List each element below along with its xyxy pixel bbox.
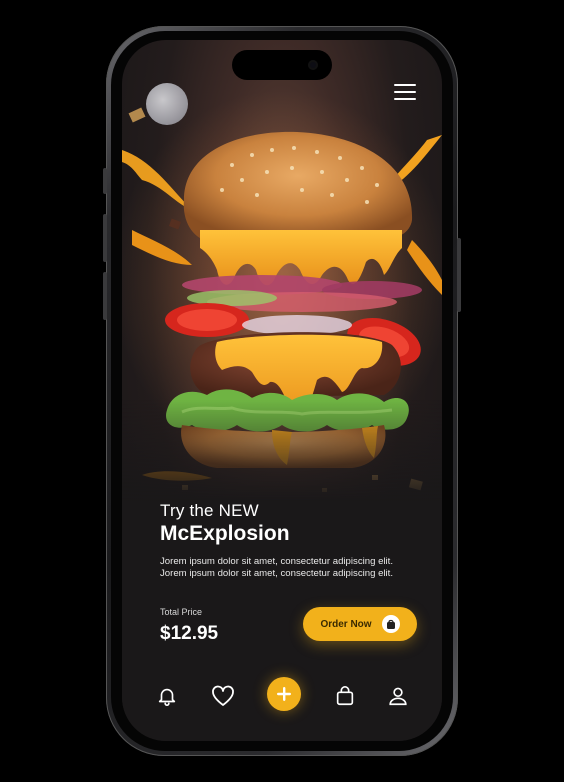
app-screen: Try the NEW McExplosion Jorem ipsum dolo… xyxy=(122,40,442,741)
heart-icon[interactable] xyxy=(208,681,238,711)
product-title: McExplosion xyxy=(160,522,290,545)
plus-button[interactable] xyxy=(267,677,301,711)
phone-volume-up xyxy=(103,214,107,262)
phone-volume-down xyxy=(103,272,107,320)
hamburger-menu-icon[interactable] xyxy=(394,84,416,100)
total-price-label: Total Price xyxy=(160,607,203,617)
brand-logo[interactable] xyxy=(146,83,188,125)
total-price-value: $12.95 xyxy=(160,623,219,644)
shopping-bag-icon xyxy=(381,615,400,633)
product-description: Jorem ipsum dolor sit amet, consectetur … xyxy=(160,556,394,579)
phone-side-button xyxy=(103,168,107,194)
headline-text: Try the NEW xyxy=(160,501,259,520)
shopping-bag-icon[interactable] xyxy=(330,681,360,711)
dynamic-island xyxy=(232,50,332,80)
bell-icon[interactable] xyxy=(152,681,182,711)
phone-power-button xyxy=(457,238,461,312)
order-now-label: Order Now xyxy=(320,618,372,630)
order-now-button[interactable]: Order Now xyxy=(303,607,417,641)
plus-icon xyxy=(277,687,291,701)
user-icon[interactable] xyxy=(383,681,413,711)
bottom-navigation xyxy=(122,677,442,717)
